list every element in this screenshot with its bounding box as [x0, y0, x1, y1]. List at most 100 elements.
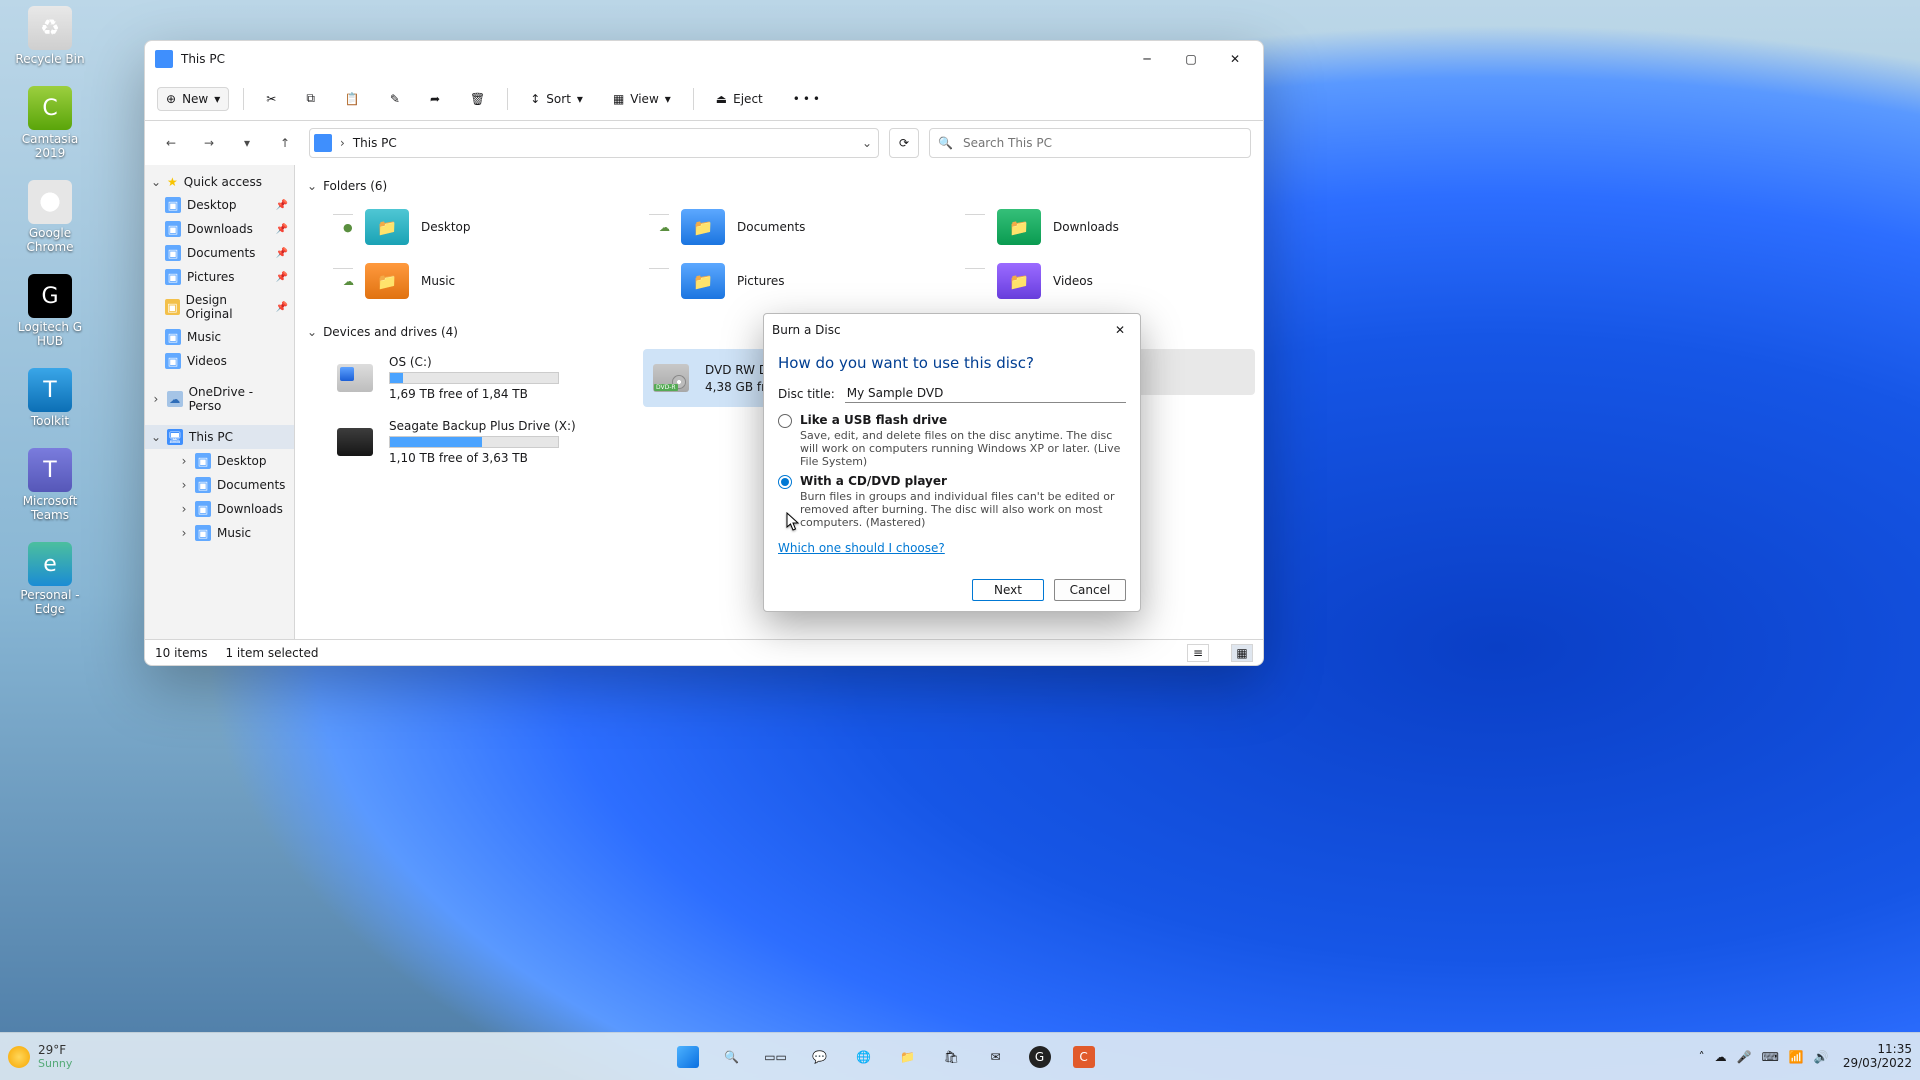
- folder-icon: ▣: [195, 525, 211, 541]
- nav-tree-item[interactable]: ›▣Desktop: [145, 449, 294, 473]
- store-button[interactable]: 🛍: [934, 1039, 970, 1075]
- desktop-icon-ghub[interactable]: GLogitech G HUB: [6, 274, 94, 348]
- next-button[interactable]: Next: [972, 579, 1044, 601]
- nav-label: Design Original: [186, 293, 270, 321]
- nav-item[interactable]: ▣Videos: [145, 349, 294, 373]
- tiles-view-button[interactable]: ▦: [1231, 644, 1253, 662]
- burn-option[interactable]: Like a USB flash driveSave, edit, and de…: [778, 413, 1126, 468]
- delete-button[interactable]: 🗑: [462, 88, 493, 110]
- desktop-icon-chrome[interactable]: ◉Google Chrome: [6, 180, 94, 254]
- paste-button[interactable]: 📋: [337, 88, 368, 110]
- mail-icon: ✉: [991, 1050, 1001, 1064]
- nav-item[interactable]: ▣Pictures📌: [145, 265, 294, 289]
- explorer-button[interactable]: 📁: [890, 1039, 926, 1075]
- onedrive-node[interactable]: ›☁ OneDrive - Perso: [145, 381, 294, 417]
- icon-label: Google Chrome: [6, 226, 94, 254]
- folder-icon: 📁: [997, 209, 1041, 245]
- radio-button[interactable]: [778, 475, 792, 489]
- clock[interactable]: 11:35 29/03/2022: [1843, 1043, 1912, 1069]
- mail-button[interactable]: ✉: [978, 1039, 1014, 1075]
- search-box[interactable]: 🔍: [929, 128, 1251, 158]
- tray-overflow[interactable]: ˄: [1699, 1050, 1705, 1064]
- rename-button[interactable]: ✎: [382, 88, 408, 110]
- back-button[interactable]: ←: [157, 129, 185, 157]
- new-button[interactable]: ⊕ New ▾: [157, 87, 229, 111]
- folders-section-header[interactable]: ⌄Folders (6): [303, 173, 1255, 199]
- start-button[interactable]: [670, 1039, 706, 1075]
- network-tray-icon[interactable]: 📶: [1789, 1050, 1804, 1064]
- refresh-button[interactable]: ⟳: [889, 128, 919, 158]
- breadcrumb[interactable]: This PC: [353, 136, 397, 150]
- folder-tile[interactable]: 📁Downloads: [959, 203, 1255, 251]
- chat-button[interactable]: 💬: [802, 1039, 838, 1075]
- cancel-button[interactable]: Cancel: [1054, 579, 1126, 601]
- cut-button[interactable]: ✂: [258, 88, 284, 110]
- burn-option[interactable]: With a CD/DVD playerBurn files in groups…: [778, 474, 1126, 529]
- folder-tile[interactable]: ☁📁Music: [327, 257, 623, 305]
- drive-tile[interactable]: OS (C:)1,69 TB free of 1,84 TB: [327, 349, 623, 407]
- help-link[interactable]: Which one should I choose?: [778, 541, 945, 555]
- mic-tray-icon[interactable]: 🎤: [1737, 1050, 1752, 1064]
- app1-button[interactable]: G: [1022, 1039, 1058, 1075]
- dialog-close-button[interactable]: ✕: [1108, 320, 1132, 340]
- nav-item[interactable]: ▣Downloads📌: [145, 217, 294, 241]
- recent-button[interactable]: ▾: [233, 129, 261, 157]
- nav-tree-item[interactable]: ›▣Downloads: [145, 497, 294, 521]
- desktop-icon-edge[interactable]: ePersonal - Edge: [6, 542, 94, 616]
- edge-button[interactable]: 🌐: [846, 1039, 882, 1075]
- this-pc-node[interactable]: ⌄🖥 This PC: [145, 425, 294, 449]
- volume-tray-icon[interactable]: 🔊: [1814, 1050, 1829, 1064]
- desktop-icon-toolkit[interactable]: TToolkit: [6, 368, 94, 428]
- titlebar[interactable]: This PC ─ ▢ ✕: [145, 41, 1263, 77]
- desktop-icon-recycle-bin[interactable]: ♻Recycle Bin: [6, 6, 94, 66]
- search-input[interactable]: [961, 135, 1242, 151]
- folder-tile[interactable]: 📁Pictures: [643, 257, 939, 305]
- details-view-button[interactable]: ≡: [1187, 644, 1209, 662]
- camtasia-button[interactable]: C: [1066, 1039, 1102, 1075]
- taskbar[interactable]: 29°F Sunny 🔍 ▭▭ 💬 🌐 📁 🛍 ✉ G C ˄ ☁ 🎤 ⌨ 📶 …: [0, 1032, 1920, 1080]
- navigation-pane[interactable]: ⌄★ Quick access ▣Desktop📌▣Downloads📌▣Doc…: [145, 165, 295, 639]
- history-dropdown[interactable]: ⌄: [862, 136, 872, 150]
- folder-tile[interactable]: ☁📁Documents: [643, 203, 939, 251]
- nav-tree-item[interactable]: ›▣Documents: [145, 473, 294, 497]
- maximize-button[interactable]: ▢: [1169, 41, 1213, 77]
- folder-tile[interactable]: ●📁Desktop: [327, 203, 623, 251]
- nav-item[interactable]: ▣Design Original📌: [145, 289, 294, 325]
- quick-access-header[interactable]: ⌄★ Quick access: [145, 171, 294, 193]
- weather-widget[interactable]: 29°F Sunny: [8, 1043, 72, 1070]
- forward-button[interactable]: →: [195, 129, 223, 157]
- view-button[interactable]: ▦ View ▾: [605, 88, 679, 110]
- nav-tree-item[interactable]: ›▣Music: [145, 521, 294, 545]
- nav-item[interactable]: ▣Desktop📌: [145, 193, 294, 217]
- drive-tile[interactable]: Seagate Backup Plus Drive (X:)1,10 TB fr…: [327, 413, 623, 471]
- desktop-icon-camtasia[interactable]: CCamtasia 2019: [6, 86, 94, 160]
- onedrive-tray-icon[interactable]: ☁: [1715, 1050, 1727, 1064]
- pc-icon: 🖥: [167, 429, 183, 445]
- camtasia-icon: C: [28, 86, 72, 130]
- address-bar[interactable]: › This PC ⌄: [309, 128, 879, 158]
- search-button[interactable]: 🔍: [714, 1039, 750, 1075]
- copy-button[interactable]: ⧉: [298, 87, 323, 110]
- dialog-titlebar[interactable]: Burn a Disc ✕: [764, 314, 1140, 346]
- share-button[interactable]: ➦: [422, 88, 448, 110]
- sort-button[interactable]: ↕ Sort ▾: [522, 88, 591, 110]
- this-pc-label: This PC: [189, 430, 233, 444]
- nav-item[interactable]: ▣Music: [145, 325, 294, 349]
- ghub-icon: G: [28, 274, 72, 318]
- language-tray[interactable]: ⌨: [1762, 1050, 1779, 1064]
- folder-label: Pictures: [737, 274, 785, 288]
- more-button[interactable]: •••: [785, 88, 831, 110]
- disc-title-input[interactable]: [845, 384, 1126, 403]
- icon-label: Logitech G HUB: [6, 320, 94, 348]
- radio-button[interactable]: [778, 414, 792, 428]
- nav-item[interactable]: ▣Documents📌: [145, 241, 294, 265]
- desktop-icons: ♻Recycle Bin CCamtasia 2019 ◉Google Chrome…: [6, 6, 94, 616]
- task-view-button[interactable]: ▭▭: [758, 1039, 794, 1075]
- folder-tile[interactable]: 📁Videos: [959, 257, 1255, 305]
- eject-button[interactable]: ⏏ Eject: [708, 88, 771, 110]
- sync-status-icon: [965, 214, 985, 240]
- desktop-icon-teams[interactable]: TMicrosoft Teams: [6, 448, 94, 522]
- up-button[interactable]: ↑: [271, 129, 299, 157]
- minimize-button[interactable]: ─: [1125, 41, 1169, 77]
- close-button[interactable]: ✕: [1213, 41, 1257, 77]
